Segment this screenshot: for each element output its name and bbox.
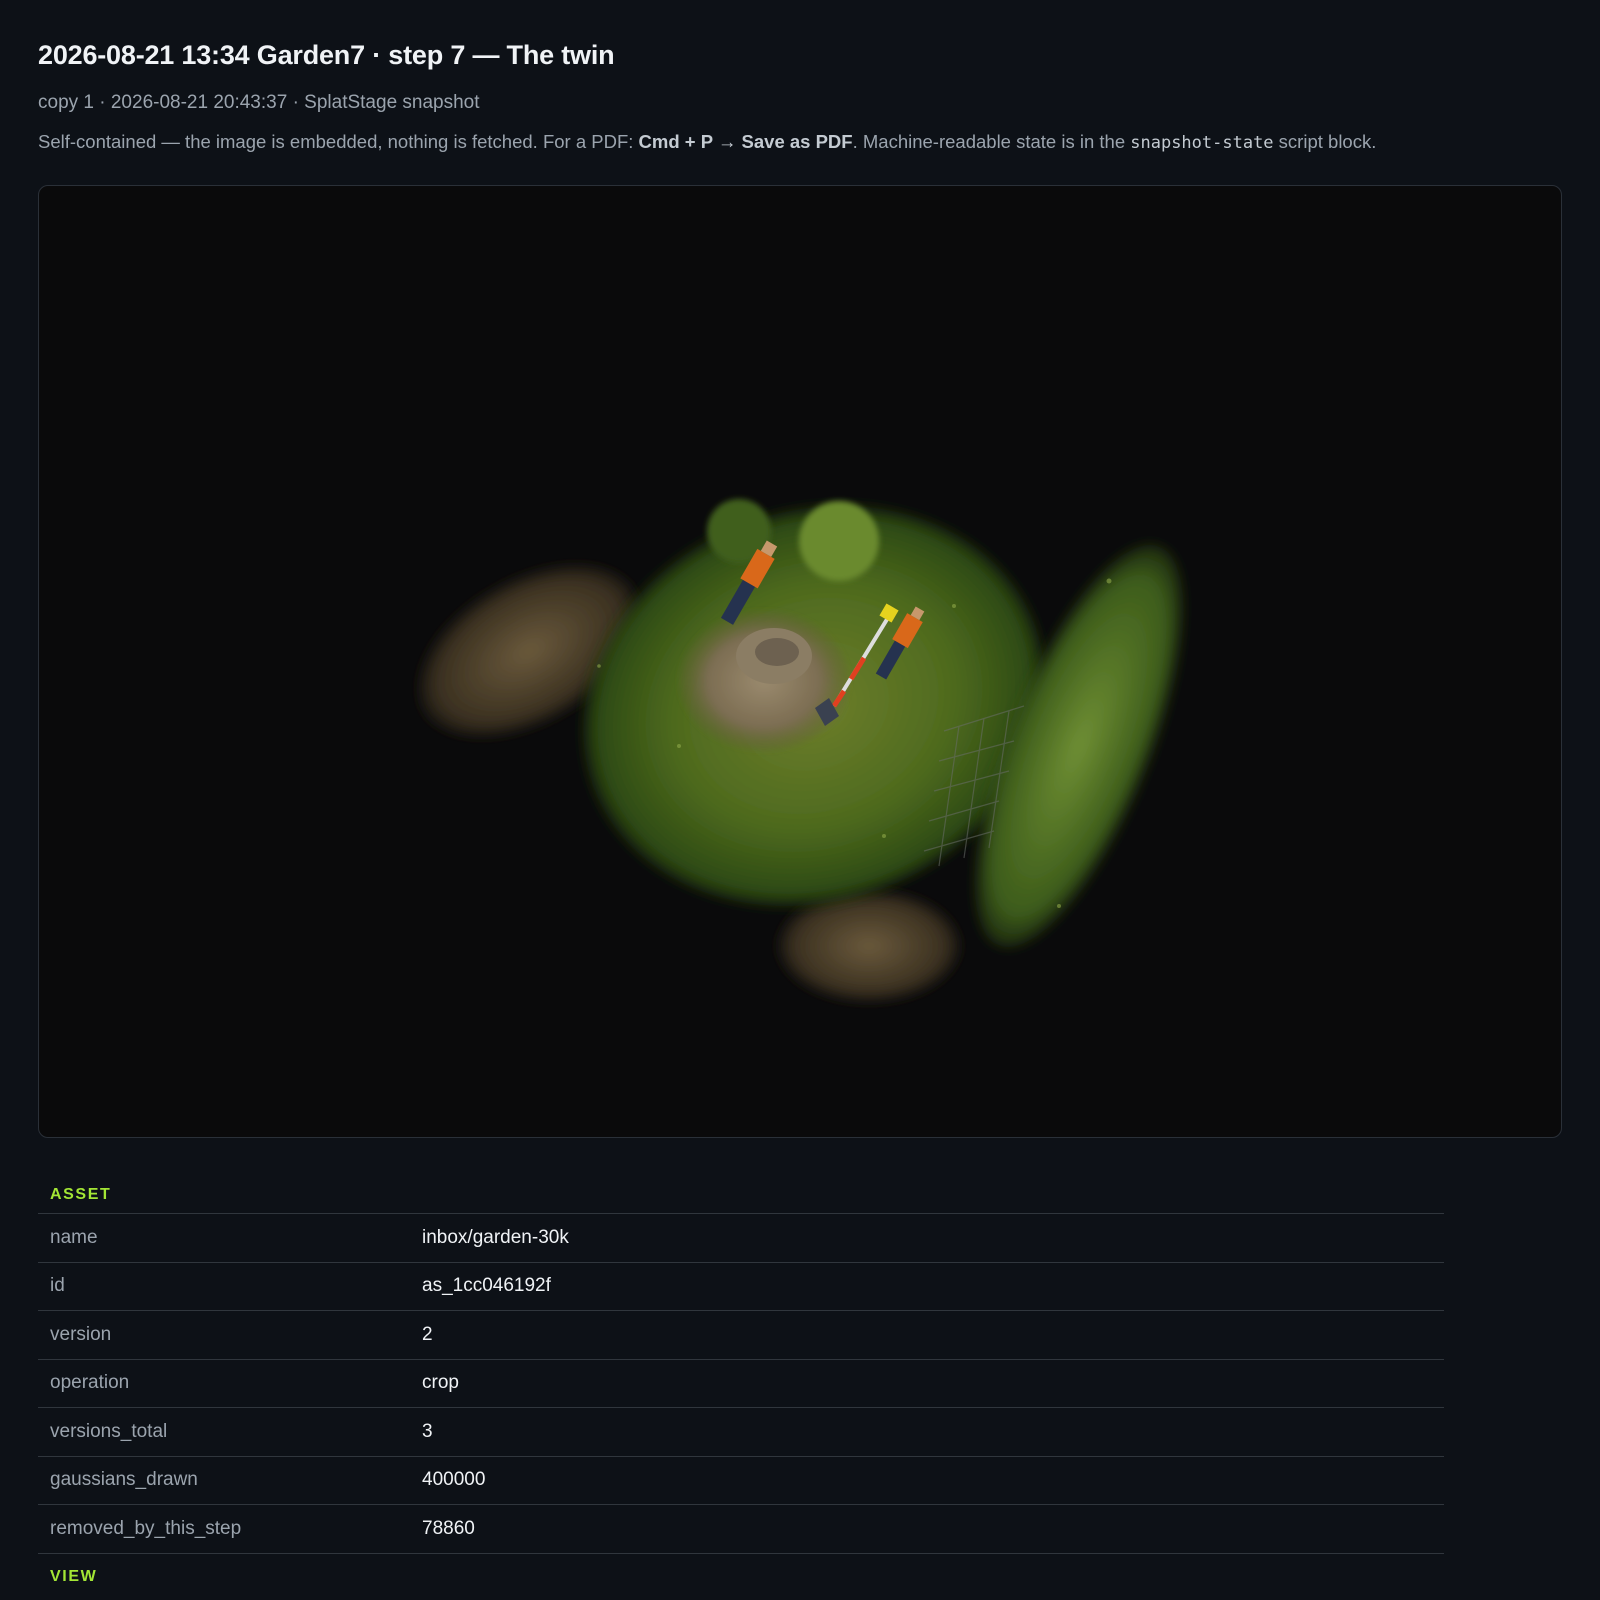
row-key: gaussians_drawn xyxy=(50,1469,198,1491)
snapshot-page: 2026-08-21 13:34 Garden7 · step 7 — The … xyxy=(0,0,1600,1600)
note-text-1: Self-contained — the image is embedded, … xyxy=(38,131,639,152)
state-block-name: snapshot-state xyxy=(1130,133,1274,153)
export-note: Self-contained — the image is embedded, … xyxy=(38,131,1376,153)
row-key: versions_total xyxy=(50,1420,168,1442)
note-text-2: . Machine-readable state is in the xyxy=(852,131,1131,152)
row-value: as_1cc046192f xyxy=(422,1275,551,1297)
row-key: name xyxy=(50,1226,98,1248)
section-asset-label: ASSET xyxy=(38,1178,1444,1214)
snapshot-meta: copy 1 · 2026-08-21 20:43:37 · SplatStag… xyxy=(38,92,480,113)
row-value: inbox/garden-30k xyxy=(422,1226,569,1248)
top-shrub xyxy=(799,501,879,581)
asset-row-operation: operation crop xyxy=(38,1360,1444,1408)
row-value: 78860 xyxy=(422,1517,475,1539)
bottom-brush xyxy=(779,891,959,1001)
row-value: 3 xyxy=(422,1420,433,1442)
asset-row-versions-total: versions_total 3 xyxy=(38,1408,1444,1457)
row-key: version xyxy=(50,1323,112,1345)
row-value: crop xyxy=(422,1372,459,1394)
row-key: removed_by_this_step xyxy=(50,1517,242,1539)
row-key: operation xyxy=(50,1372,130,1394)
page-title: 2026-08-21 13:34 Garden7 · step 7 — The … xyxy=(38,40,615,70)
stump-top xyxy=(755,638,799,666)
properties-table: ASSET name inbox/garden-30k id as_1cc046… xyxy=(38,1178,1444,1595)
asset-row-name: name inbox/garden-30k xyxy=(38,1214,1444,1263)
asset-row-gaussians-drawn: gaussians_drawn 400000 xyxy=(38,1457,1444,1505)
scene-viewport xyxy=(38,185,1562,1138)
asset-row-removed-by-step: removed_by_this_step 78860 xyxy=(38,1505,1444,1554)
row-value: 2 xyxy=(422,1323,433,1345)
pdf-shortcut: Cmd + P → Save as PDF xyxy=(638,131,853,152)
asset-row-id: id as_1cc046192f xyxy=(38,1263,1444,1311)
row-key: id xyxy=(50,1275,65,1297)
row-value: 400000 xyxy=(422,1469,486,1491)
splat-render-image xyxy=(419,499,1183,1001)
note-text-3: script block. xyxy=(1273,131,1377,152)
section-view-label: VIEW xyxy=(50,1567,98,1585)
asset-row-version: version 2 xyxy=(38,1311,1444,1360)
